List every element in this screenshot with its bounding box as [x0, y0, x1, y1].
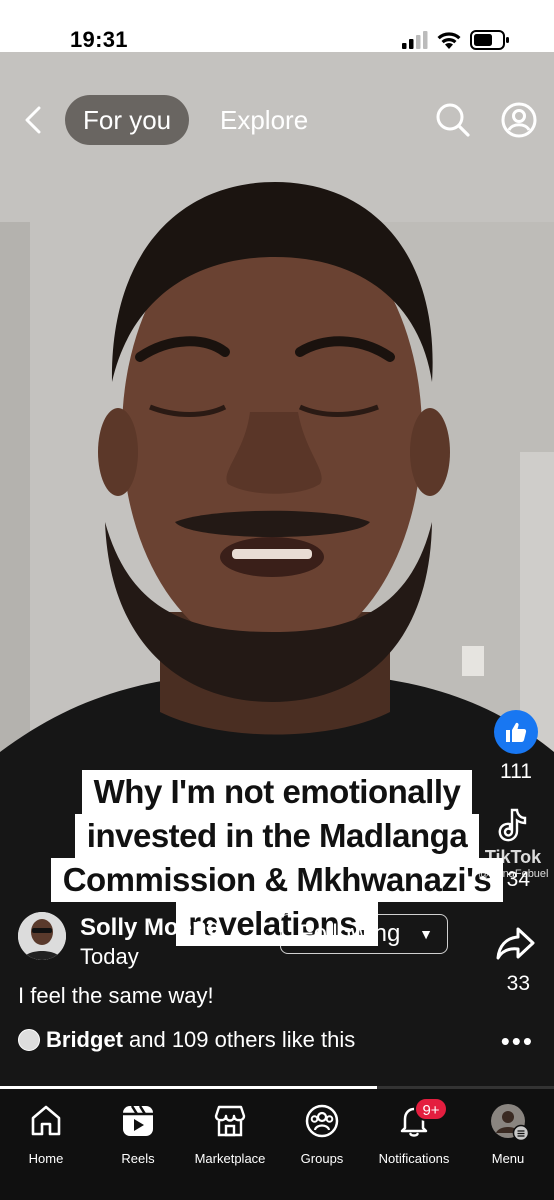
likes-summary[interactable]: Bridget and 109 others like this: [18, 1027, 355, 1053]
nav-reels[interactable]: Reels: [92, 1103, 184, 1166]
author-name[interactable]: Solly Moeng: [80, 914, 221, 942]
status-icons: [402, 30, 510, 50]
nav-label: Notifications: [378, 1151, 450, 1166]
tiktok-logo-icon: [498, 808, 527, 842]
groups-icon: [305, 1104, 339, 1138]
post-time: Today: [80, 944, 139, 969]
caption-line: Why I'm not emotionally: [81, 770, 473, 814]
following-label: Following: [299, 920, 401, 947]
reels-icon: [123, 1105, 153, 1136]
share-icon: [496, 927, 535, 960]
nav-label: Reels: [121, 1151, 155, 1166]
likes-rest: and 109 others like this: [129, 1027, 356, 1052]
liker-name: Bridget: [46, 1027, 123, 1052]
nav-menu[interactable]: Menu: [462, 1103, 554, 1166]
thumbs-up-icon: [506, 722, 527, 742]
caption-line: invested in the Madlanga: [74, 814, 480, 858]
battery-icon: [470, 30, 509, 50]
post-text: I feel the same way!: [18, 983, 214, 1008]
nav-groups[interactable]: Groups: [276, 1103, 368, 1166]
status-bar: 19:31: [0, 0, 554, 52]
nav-marketplace[interactable]: Marketplace: [184, 1103, 276, 1166]
tab-for-you[interactable]: For you: [65, 95, 190, 145]
liker-avatar: [18, 1029, 40, 1051]
watermark-text: TikTok: [484, 847, 542, 867]
chevron-left-icon: [25, 106, 41, 134]
nav-home[interactable]: Home: [0, 1103, 92, 1166]
marketplace-icon: [214, 1105, 246, 1137]
profile-button[interactable]: [500, 101, 538, 139]
top-navigation: For you Explore: [0, 95, 554, 145]
back-button[interactable]: [20, 105, 48, 135]
author-avatar[interactable]: [18, 912, 66, 960]
notification-badge: 9+: [414, 1097, 448, 1121]
menu-avatar-icon: [491, 1104, 530, 1142]
nav-label: Marketplace: [194, 1151, 266, 1166]
signal-icon: [402, 31, 428, 49]
status-time: 19:31: [70, 27, 128, 52]
nav-label: Menu: [491, 1151, 525, 1166]
nav-notifications[interactable]: 9+ Notifications: [368, 1097, 460, 1166]
more-horizontal-icon: •••: [500, 1026, 534, 1056]
wifi-icon: [437, 31, 461, 49]
profile-icon: [501, 102, 537, 138]
like-button[interactable]: [494, 710, 538, 754]
tab-explore[interactable]: Explore: [220, 95, 308, 145]
search-button[interactable]: [434, 101, 472, 139]
avatar-image: [18, 912, 66, 960]
chevron-down-icon: ▼: [419, 926, 433, 942]
following-button[interactable]: Following ▼: [280, 914, 448, 954]
more-button[interactable]: •••: [501, 1026, 534, 1057]
search-icon: [436, 103, 470, 137]
caption-line: Commission & Mkhwanazi's: [50, 858, 504, 902]
share-button[interactable]: [496, 926, 536, 962]
comment-count: 34: [506, 868, 530, 891]
nav-label: Groups: [300, 1151, 344, 1166]
home-icon: [31, 1105, 61, 1136]
nav-label: Home: [28, 1151, 64, 1166]
share-count: 33: [506, 972, 530, 995]
bottom-navigation: Home Reels Marketplace Groups 9+ Notific…: [0, 1089, 554, 1200]
